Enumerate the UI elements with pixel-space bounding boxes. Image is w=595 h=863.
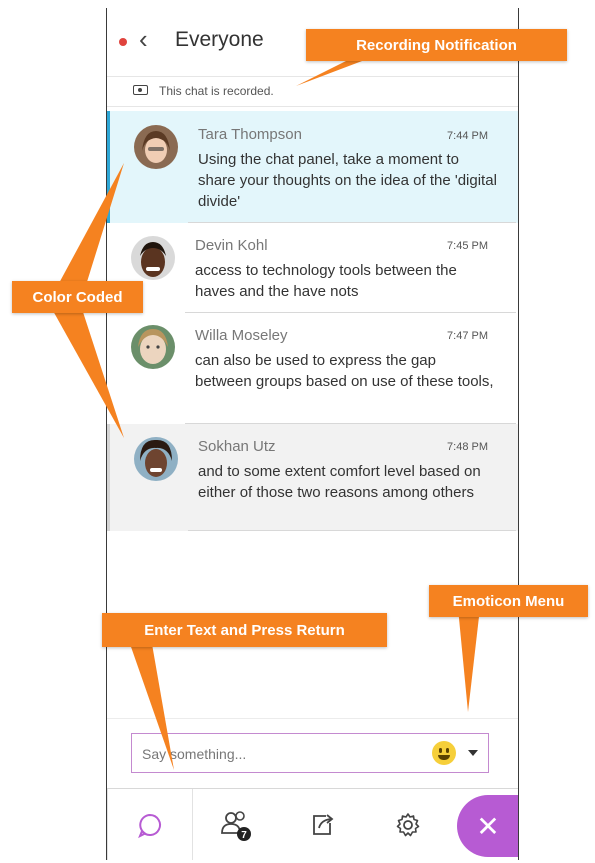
message-author: Willa Moseley bbox=[195, 327, 288, 344]
composer-divider bbox=[107, 718, 518, 719]
chat-panel: ‹ Everyone This chat is recorded. Tara T… bbox=[106, 8, 519, 860]
participants-icon: 7 bbox=[221, 811, 251, 841]
chevron-left-icon[interactable]: ‹ bbox=[139, 24, 148, 54]
message-text: and to some extent comfort level based o… bbox=[198, 463, 481, 501]
message-author: Devin Kohl bbox=[195, 237, 268, 254]
avatar bbox=[131, 236, 175, 280]
message-text: access to technology tools between the h… bbox=[195, 262, 457, 300]
color-coded-callout: Color Coded bbox=[12, 281, 143, 313]
chat-message: Sokhan Utz 7:48 PM and to some extent co… bbox=[107, 424, 518, 531]
message-input[interactable] bbox=[140, 742, 414, 766]
message-time: 7:44 PM bbox=[447, 130, 488, 142]
message-divider bbox=[188, 530, 516, 531]
tab-settings[interactable] bbox=[365, 789, 451, 860]
close-panel-button[interactable]: ✕ bbox=[457, 795, 518, 857]
message-author: Tara Thompson bbox=[198, 126, 302, 143]
chevron-down-icon[interactable] bbox=[468, 750, 478, 756]
tab-share-content[interactable] bbox=[279, 789, 365, 860]
avatar bbox=[134, 437, 178, 481]
emoji-icon[interactable] bbox=[432, 741, 456, 765]
chat-message: Willa Moseley 7:47 PM can also be used t… bbox=[107, 313, 518, 424]
chat-title: Everyone bbox=[175, 28, 264, 51]
chat-message: Tara Thompson 7:44 PM Using the chat pan… bbox=[107, 111, 518, 223]
avatar bbox=[134, 125, 178, 169]
share-icon bbox=[313, 814, 334, 835]
message-author: Sokhan Utz bbox=[198, 438, 276, 455]
message-composer bbox=[131, 733, 489, 773]
recording-notice: This chat is recorded. bbox=[107, 76, 518, 107]
message-text: Using the chat panel, take a moment to s… bbox=[198, 151, 497, 210]
message-time: 7:48 PM bbox=[447, 441, 488, 453]
recording-dot-icon bbox=[119, 38, 127, 46]
chat-message: Devin Kohl 7:45 PM access to technology … bbox=[107, 223, 518, 313]
message-time: 7:47 PM bbox=[447, 330, 488, 342]
message-time: 7:45 PM bbox=[447, 240, 488, 252]
enter-text-callout: Enter Text and Press Return bbox=[102, 613, 387, 647]
panel-tab-bar: 7 ✕ bbox=[107, 788, 518, 860]
message-text: can also be used to express the gap betw… bbox=[195, 352, 494, 390]
recording-notice-text: This chat is recorded. bbox=[159, 84, 274, 98]
close-icon: ✕ bbox=[476, 810, 500, 842]
recording-callout: Recording Notification bbox=[306, 29, 567, 61]
record-camera-icon bbox=[133, 85, 148, 95]
avatar bbox=[131, 325, 175, 369]
participants-count-badge: 7 bbox=[241, 830, 247, 841]
chat-bubble-icon bbox=[138, 813, 161, 839]
emoticon-callout: Emoticon Menu bbox=[429, 585, 588, 617]
tab-chat[interactable] bbox=[107, 789, 193, 860]
tab-participants[interactable]: 7 bbox=[193, 789, 279, 860]
gear-icon bbox=[396, 813, 420, 837]
